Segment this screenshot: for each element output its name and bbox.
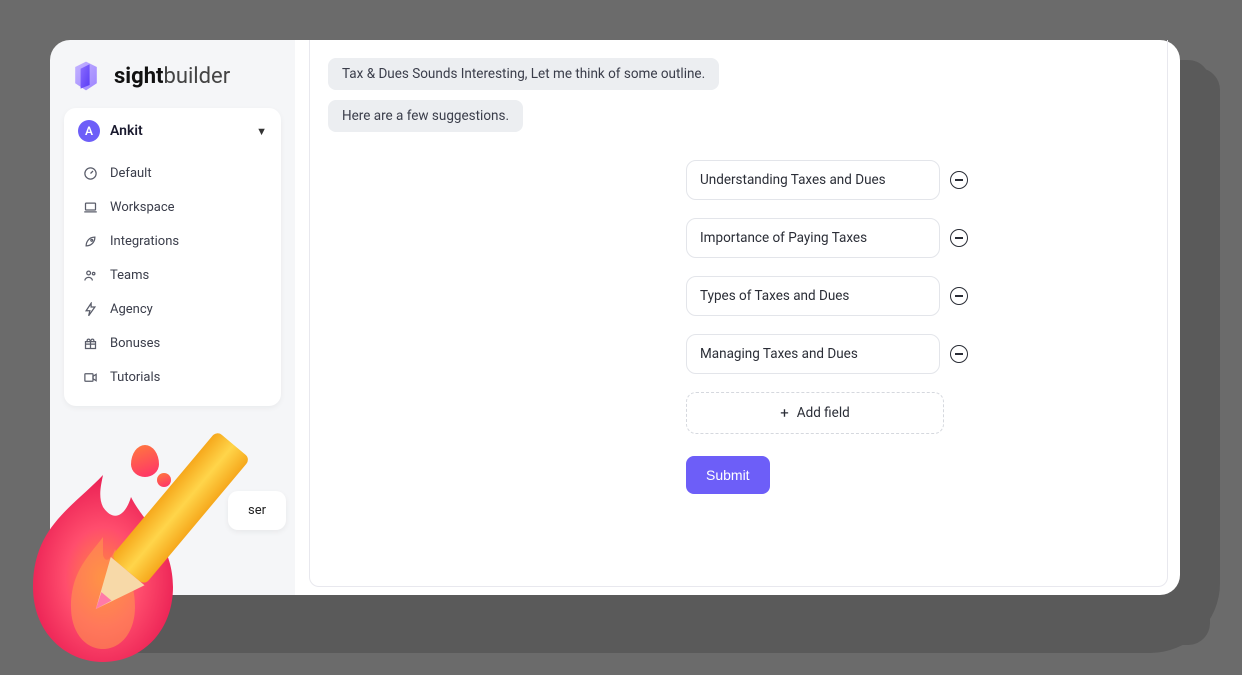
rocket-icon xyxy=(82,233,98,249)
suggestion-field[interactable]: Managing Taxes and Dues xyxy=(686,334,940,374)
chevron-down-icon: ▼ xyxy=(256,125,267,138)
remove-icon[interactable] xyxy=(950,229,968,247)
plus-icon: + xyxy=(780,404,789,422)
sidebar-item-tutorials[interactable]: Tutorials xyxy=(72,360,273,394)
logo-icon xyxy=(68,58,104,94)
chat-bubble: Tax & Dues Sounds Interesting, Let me th… xyxy=(328,58,719,90)
sidebar-item-bonuses[interactable]: Bonuses xyxy=(72,326,273,360)
suggestion-row: Importance of Paying Taxes xyxy=(686,218,968,258)
nav-label: Default xyxy=(110,166,152,181)
sidebar: sightbuilder A Ankit ▼ Default xyxy=(50,40,295,595)
add-field-label: Add field xyxy=(797,405,850,421)
remove-icon[interactable] xyxy=(950,345,968,363)
nav-label: Agency xyxy=(110,302,153,317)
suggestion-field[interactable]: Importance of Paying Taxes xyxy=(686,218,940,258)
sidebar-item-default[interactable]: Default xyxy=(72,156,273,190)
user-card: A Ankit ▼ Default Works xyxy=(64,108,281,406)
content-panel: Tax & Dues Sounds Interesting, Let me th… xyxy=(309,40,1168,587)
chat-bubble: Here are a few suggestions. xyxy=(328,100,523,132)
remove-icon[interactable] xyxy=(950,287,968,305)
suggestion-row: Managing Taxes and Dues xyxy=(686,334,968,374)
sidebar-item-agency[interactable]: Agency xyxy=(72,292,273,326)
user-name: Ankit xyxy=(110,123,256,139)
brand-text: sightbuilder xyxy=(114,64,230,89)
nav-label: Bonuses xyxy=(110,336,160,351)
nav-list: Default Workspace Integrations xyxy=(72,152,273,398)
suggestion-field[interactable]: Understanding Taxes and Dues xyxy=(686,160,940,200)
suggestion-row: Types of Taxes and Dues xyxy=(686,276,968,316)
remove-icon[interactable] xyxy=(950,171,968,189)
main-area: Tax & Dues Sounds Interesting, Let me th… xyxy=(295,40,1180,595)
video-icon xyxy=(82,369,98,385)
avatar: A xyxy=(78,120,100,142)
sidebar-item-workspace[interactable]: Workspace xyxy=(72,190,273,224)
nav-label: Tutorials xyxy=(110,370,160,385)
suggestions-list: Understanding Taxes and Dues Importance … xyxy=(686,160,968,494)
brand-logo: sightbuilder xyxy=(64,54,281,108)
submit-button[interactable]: Submit xyxy=(686,456,770,494)
gauge-icon xyxy=(82,165,98,181)
partial-button[interactable]: ser xyxy=(228,491,286,530)
nav-label: Teams xyxy=(110,268,149,283)
suggestion-row: Understanding Taxes and Dues xyxy=(686,160,968,200)
sidebar-item-teams[interactable]: Teams xyxy=(72,258,273,292)
nav-label: Workspace xyxy=(110,200,175,215)
gift-icon xyxy=(82,335,98,351)
add-field-button[interactable]: + Add field xyxy=(686,392,944,434)
suggestion-field[interactable]: Types of Taxes and Dues xyxy=(686,276,940,316)
app-window: sightbuilder A Ankit ▼ Default xyxy=(50,40,1180,595)
bolt-icon xyxy=(82,301,98,317)
laptop-icon xyxy=(82,199,98,215)
user-dropdown[interactable]: A Ankit ▼ xyxy=(72,116,273,152)
sidebar-item-integrations[interactable]: Integrations xyxy=(72,224,273,258)
nav-label: Integrations xyxy=(110,234,179,249)
people-icon xyxy=(82,267,98,283)
